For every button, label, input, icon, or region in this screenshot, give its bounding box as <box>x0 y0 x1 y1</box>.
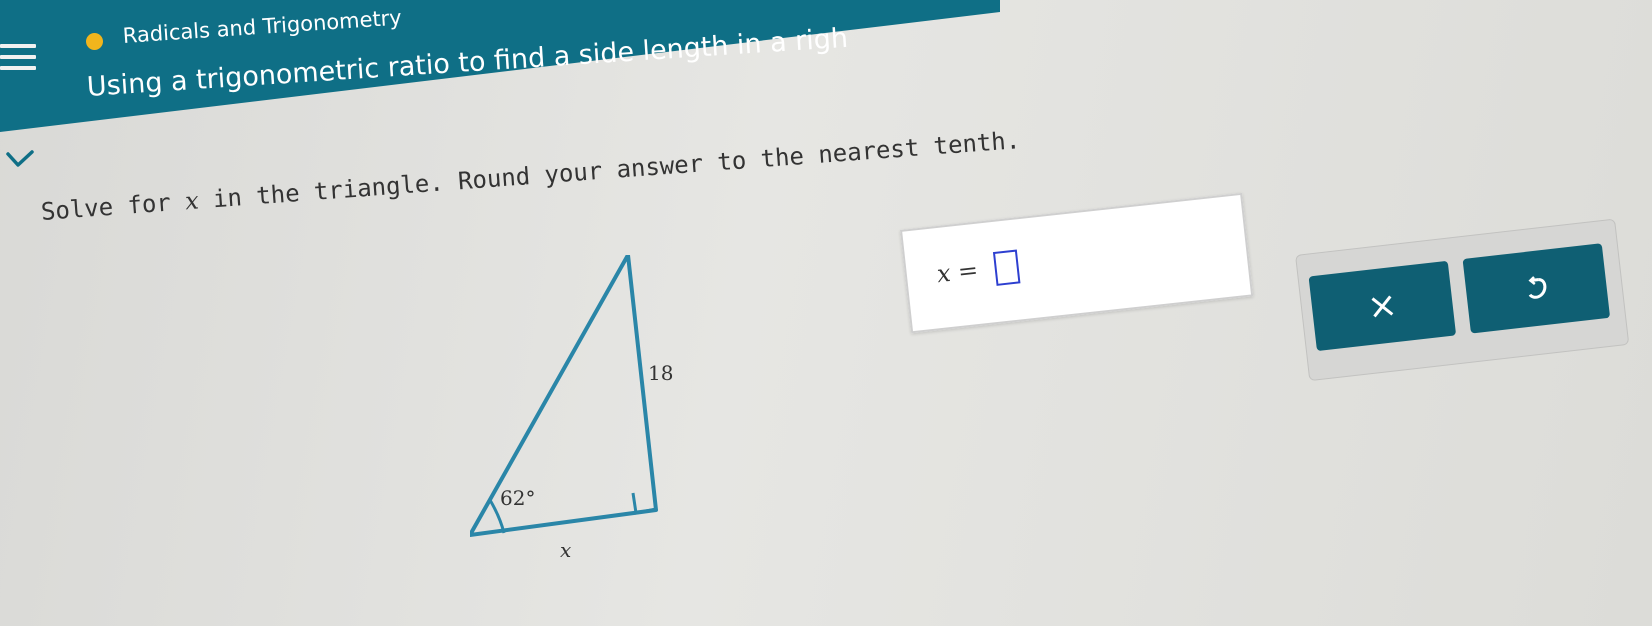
question-before: Solve for <box>40 187 187 226</box>
question-text: Solve for x in the triangle. Round your … <box>40 126 1021 226</box>
status-dot-icon <box>86 33 103 50</box>
angle-label: 62° <box>500 486 535 510</box>
answer-panel: x = <box>900 192 1254 334</box>
chevron-down-icon[interactable] <box>6 150 34 170</box>
close-icon <box>1371 295 1394 317</box>
answer-label: x = <box>935 255 980 289</box>
hypotenuse-label: 18 <box>648 361 673 385</box>
triangle-shape <box>470 255 658 537</box>
triangle-figure: 18 62° x <box>470 255 673 562</box>
undo-button[interactable] <box>1462 243 1611 334</box>
menu-icon[interactable] <box>0 44 36 80</box>
question-after: in the triangle. Round your answer to th… <box>197 126 1022 215</box>
answer-input[interactable] <box>992 249 1021 286</box>
undo-icon <box>1528 275 1547 299</box>
base-label: x <box>560 538 571 562</box>
clear-button[interactable] <box>1308 260 1457 352</box>
action-panel <box>1295 218 1630 382</box>
